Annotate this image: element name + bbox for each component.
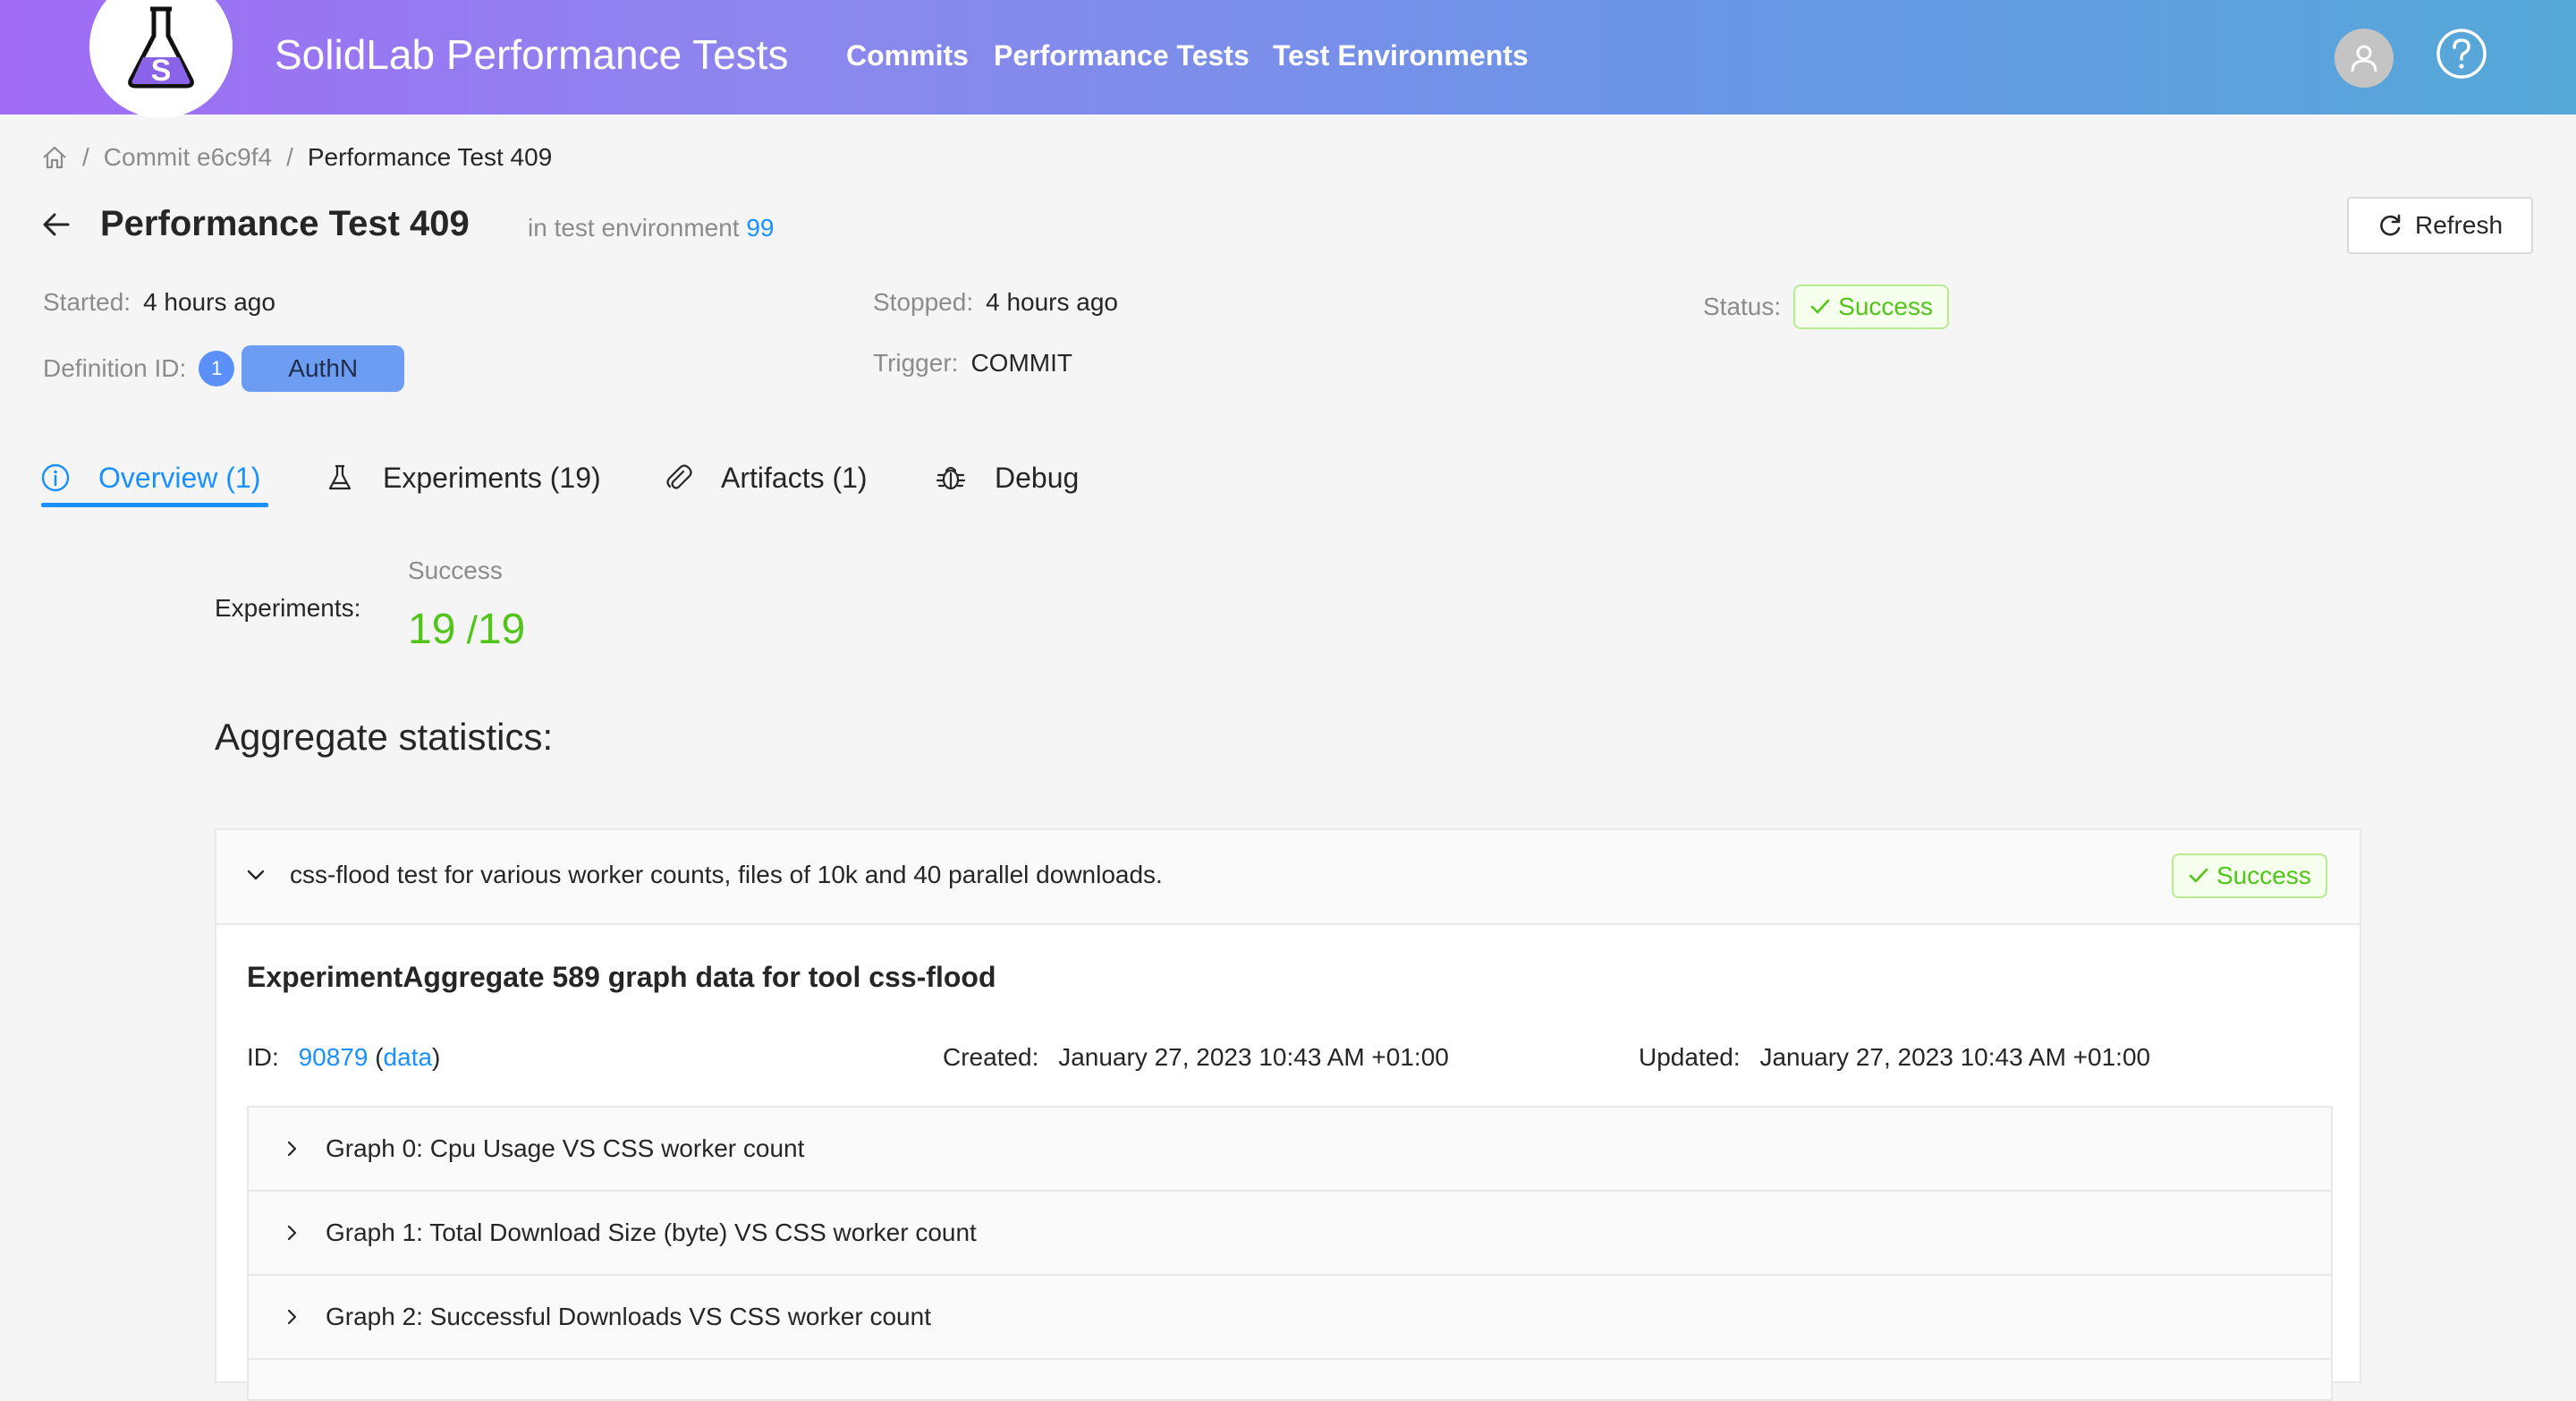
home-icon[interactable]: [41, 144, 68, 171]
paperclip-icon: [666, 464, 692, 489]
status-field: Status: Success: [1703, 284, 1949, 329]
chevron-right-icon: [287, 1309, 297, 1325]
trigger-label: Trigger:: [873, 349, 959, 377]
definition-field: Definition ID: 1 AuthN: [43, 345, 405, 392]
breadcrumb-separator: /: [82, 143, 89, 171]
experiment-aggregate-title: ExperimentAggregate 589 graph data for t…: [247, 961, 996, 993]
refresh-button[interactable]: Refresh: [2347, 197, 2533, 254]
graph-row[interactable]: Graph 2: Successful Downloads VS CSS wor…: [249, 1276, 2331, 1360]
bug-icon: [936, 466, 966, 490]
aggregate-statistics-heading: Aggregate statistics:: [215, 716, 554, 758]
created-value: January 27, 2023 10:43 AM +01:00: [1058, 1043, 1449, 1071]
env-link[interactable]: 99: [746, 214, 774, 242]
trigger-field: Trigger: COMMIT: [873, 349, 1072, 378]
page-title: Performance Test 409: [100, 204, 470, 243]
svg-text:S: S: [151, 54, 172, 88]
aggregate-data-link[interactable]: data: [384, 1043, 433, 1071]
active-tab-indicator: [41, 503, 268, 507]
definition-tag[interactable]: AuthN: [242, 345, 405, 392]
user-avatar[interactable]: [2334, 29, 2394, 88]
reload-icon: [2380, 214, 2401, 236]
help-button[interactable]: [2435, 27, 2488, 81]
tab-artifacts[interactable]: Artifacts (1): [664, 447, 868, 508]
test-environment-info: in test environment 99: [528, 214, 775, 242]
question-circle-icon: [2436, 29, 2487, 79]
app-title[interactable]: SolidLab Performance Tests: [275, 30, 788, 79]
stopped-label: Stopped:: [873, 288, 974, 316]
nav-performance-tests[interactable]: Performance Tests: [994, 39, 1250, 72]
check-icon: [2189, 868, 2208, 883]
breadcrumb-commit[interactable]: Commit e6c9f4: [104, 143, 272, 172]
tab-debug[interactable]: Debug: [936, 447, 1079, 508]
check-icon: [1810, 299, 1830, 314]
aggregate-panel-header[interactable]: css-flood test for various worker counts…: [216, 830, 2360, 925]
env-prefix: in test environment: [528, 214, 740, 242]
app-logo[interactable]: S: [89, 0, 233, 118]
stopped-value: 4 hours ago: [986, 288, 1118, 316]
flask-icon: [328, 464, 352, 490]
graph-row[interactable]: Graph 1: Total Download Size (byte) VS C…: [249, 1192, 2331, 1276]
chevron-right-icon: [287, 1225, 297, 1241]
definition-count-badge: 1: [199, 351, 235, 386]
top-navbar: S SolidLab Performance Tests Commits Per…: [0, 0, 2576, 118]
breadcrumb: / Commit e6c9f4 / Performance Test 409: [41, 141, 552, 174]
started-label: Started:: [43, 288, 131, 316]
success-stat-value: 19 /19: [408, 606, 526, 653]
status-badge: Success: [1793, 284, 1949, 329]
info-icon: [41, 463, 70, 492]
panel-status-badge: Success: [2172, 853, 2327, 898]
graph-row[interactable]: Graph 0: Cpu Usage VS CSS worker count: [249, 1108, 2331, 1192]
started-value: 4 hours ago: [143, 288, 275, 316]
success-stat-title: Success: [408, 556, 503, 584]
tab-experiments[interactable]: Experiments (19): [326, 447, 601, 508]
graph-list: Graph 0: Cpu Usage VS CSS worker count G…: [247, 1106, 2333, 1401]
user-icon: [2351, 45, 2377, 72]
updated-value: January 27, 2023 10:43 AM +01:00: [1759, 1043, 2151, 1071]
stopped-field: Stopped: 4 hours ago: [873, 288, 1118, 317]
aggregate-updated-field: Updated: January 27, 2023 10:43 AM +01:0…: [1639, 1043, 2151, 1071]
aggregate-panel-title: css-flood test for various worker counts…: [290, 861, 1163, 888]
chevron-right-icon: [287, 1141, 297, 1157]
refresh-label: Refresh: [2414, 211, 2504, 239]
chevron-down-icon: [247, 870, 265, 880]
back-arrow-icon[interactable]: [41, 209, 72, 240]
trigger-value: COMMIT: [970, 349, 1072, 377]
aggregate-panel: css-flood test for various worker counts…: [215, 828, 2361, 1401]
tab-overview[interactable]: Overview (1): [41, 447, 260, 508]
breadcrumb-separator: /: [286, 143, 293, 171]
flask-logo-icon: S: [128, 6, 194, 89]
started-field: Started: 4 hours ago: [43, 288, 275, 317]
breadcrumb-current: Performance Test 409: [307, 143, 553, 171]
status-label: Status:: [1703, 293, 1782, 320]
nav-commits[interactable]: Commits: [846, 39, 969, 72]
definition-label: Definition ID:: [43, 354, 187, 382]
nav-test-environments[interactable]: Test Environments: [1273, 39, 1529, 72]
aggregate-id-field: ID: 90879 (data): [247, 1043, 441, 1071]
experiments-label: Experiments:: [215, 594, 361, 622]
aggregate-created-field: Created: January 27, 2023 10:43 AM +01:0…: [943, 1043, 1449, 1071]
aggregate-id-link[interactable]: 90879: [299, 1043, 369, 1071]
